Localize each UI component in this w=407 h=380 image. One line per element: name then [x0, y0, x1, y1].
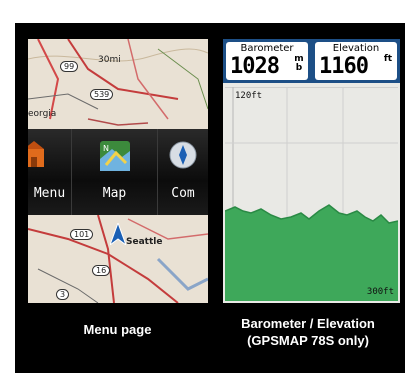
data-fields-header: Barometer 1028 mb Elevation 1160 ft: [223, 39, 400, 83]
elevation-value: 1160: [319, 54, 369, 79]
highway-shield: 16: [92, 265, 111, 276]
barometer-title: Barometer: [240, 43, 294, 54]
highway-shield: 539: [90, 89, 114, 100]
caption-left-text: Menu page: [83, 322, 152, 337]
menu-item-map[interactable]: N Map: [72, 129, 158, 215]
caption-menu-page: Menu page: [35, 321, 200, 338]
elevation-title: Elevation: [332, 43, 380, 54]
menu-page-screen: 30mi eorgia Seattle 99 539 101 16 3 Menu: [28, 39, 208, 303]
menu-item-compass[interactable]: Com: [158, 129, 208, 215]
map-icon: N: [99, 141, 130, 171]
menu-item-label: Com: [171, 186, 195, 201]
barometer-elevation-screen: Barometer 1028 mb Elevation 1160 ft 120f…: [223, 39, 400, 303]
barometer-unit: mb: [294, 54, 304, 73]
caption-right-line1: Barometer / Elevation: [241, 316, 375, 331]
map-label-georgia: eorgia: [28, 109, 57, 119]
axis-bottom-label: 300ft: [366, 287, 394, 297]
menu-item-label: Menu: [33, 186, 66, 201]
highway-shield: 3: [56, 289, 70, 300]
caption-right-line2: (GPSMAP 78S only): [247, 333, 369, 348]
home-icon: [28, 141, 44, 167]
menu-item-menu[interactable]: Menu: [28, 129, 72, 215]
highway-shield: 101: [70, 229, 94, 240]
barometer-field[interactable]: Barometer 1028 mb: [226, 42, 308, 80]
elevation-field[interactable]: Elevation 1160 ft: [315, 42, 397, 80]
compass-icon: [169, 141, 197, 169]
device-screens-frame: 30mi eorgia Seattle 99 539 101 16 3 Menu: [15, 23, 405, 373]
barometer-value: 1028: [230, 54, 280, 79]
svg-text:N: N: [103, 144, 109, 153]
elevation-plot: [225, 87, 398, 301]
menu-item-label: Map: [102, 186, 127, 201]
position-arrow-icon: [110, 223, 126, 245]
distance-label: 30mi: [98, 55, 121, 65]
caption-barometer-elevation: Barometer / Elevation (GPSMAP 78S only): [213, 315, 403, 349]
axis-top-label: 120ft: [235, 91, 263, 101]
highway-shield: 99: [60, 61, 79, 72]
menu-bar: Menu N Map Com: [28, 129, 208, 215]
elevation-unit: ft: [383, 54, 393, 64]
map-label-seattle: Seattle: [126, 237, 163, 247]
